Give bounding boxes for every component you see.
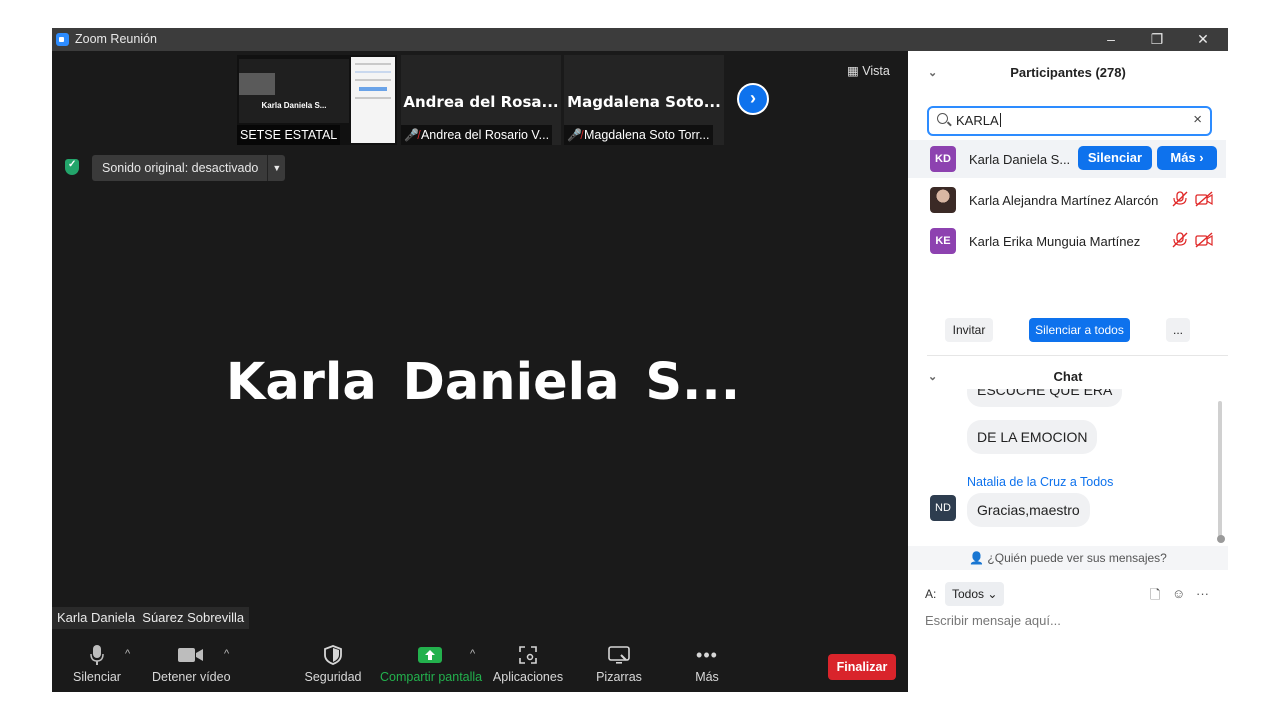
participant-name: Karla Alejandra Martínez Alarcón <box>969 193 1159 208</box>
share-screen-icon <box>418 647 442 663</box>
thumbnail-tile[interactable]: Magdalena Soto... 🎤̸ Magdalena Soto Torr.… <box>564 55 724 145</box>
video-camera-icon <box>178 648 203 662</box>
shield-icon <box>324 645 342 665</box>
mic-muted-icon <box>1172 191 1188 207</box>
share-options-caret[interactable]: ^ <box>470 648 475 660</box>
recipient-select[interactable]: Todos ⌄ <box>945 582 1005 606</box>
mic-muted-icon: 🎤̸ <box>404 128 419 142</box>
chat-header: ⌄ Chat <box>908 365 1228 389</box>
microphone-icon <box>90 645 104 665</box>
thumbnail-tile[interactable]: Karla Daniela S... SETSE ESTATAL <box>237 55 397 145</box>
participant-search-input[interactable]: KARLA × <box>927 106 1212 136</box>
thumbnail-tile[interactable]: Andrea del Rosa... 🎤̸ Andrea del Rosario … <box>401 55 561 145</box>
active-speaker-label: Karla Daniela Súarez Sobrevilla <box>52 607 250 629</box>
thumbnail-label: 🎤̸ Magdalena Soto Torr... <box>564 125 713 145</box>
more-options-icon[interactable]: ··· <box>1196 586 1209 601</box>
minimize-button[interactable]: – <box>1088 28 1134 51</box>
original-sound-toggle[interactable]: Sonido original: desactivado ▼ <box>92 155 286 181</box>
whiteboard-icon <box>608 646 630 664</box>
mute-all-button[interactable]: Silenciar a todos <box>1029 318 1130 342</box>
whiteboards-button[interactable]: Pizarras <box>595 640 643 692</box>
recipient-label: A: <box>925 587 937 601</box>
security-shield-icon <box>65 159 79 175</box>
chat-messages: ESCUCHE QUE ERA DE LA EMOCION Natalia de… <box>908 389 1218 544</box>
end-meeting-button[interactable]: Finalizar <box>828 654 896 680</box>
more-dots-icon: ••• <box>696 644 718 665</box>
divider <box>927 355 1228 356</box>
apps-button[interactable]: Aplicaciones <box>492 640 564 692</box>
more-button[interactable]: ••• Más <box>688 640 726 692</box>
participant-row[interactable]: KE Karla Erika Munguia Martínez <box>908 222 1226 260</box>
clear-search-icon[interactable]: × <box>1193 111 1202 128</box>
view-button[interactable]: ▦ Vista <box>847 63 890 78</box>
participant-more-button[interactable]: Más › <box>1157 146 1217 170</box>
grid-icon: ▦ <box>847 64 859 78</box>
search-icon <box>937 113 948 124</box>
shared-screen-preview: Karla Daniela S... <box>239 59 349 123</box>
security-button[interactable]: Seguridad <box>304 640 362 692</box>
side-panel: ⌄ Participantes (278) KARLA × KD Karla D… <box>908 51 1228 692</box>
share-screen-button[interactable]: Compartir pantalla <box>380 640 482 692</box>
document-preview <box>351 57 395 143</box>
collapse-chevron-icon[interactable]: ⌄ <box>928 365 937 389</box>
person-privacy-icon: 👤 <box>969 551 985 565</box>
avatar: ND <box>930 495 956 521</box>
scrollbar-thumb[interactable] <box>1217 535 1225 543</box>
invite-button[interactable]: Invitar <box>945 318 993 342</box>
mute-participant-button[interactable]: Silenciar <box>1078 146 1152 170</box>
next-page-button[interactable]: › <box>737 83 769 115</box>
active-speaker-name: Karla Daniela S... <box>225 353 741 412</box>
avatar: KD <box>930 146 956 172</box>
meeting-toolbar: Silenciar ^ Detener vídeo ^ Seguridad Co… <box>52 640 908 692</box>
restore-button[interactable]: ❐ <box>1134 28 1180 51</box>
apps-icon <box>519 646 537 664</box>
participant-name: Karla Daniela S... <box>969 152 1071 167</box>
thumbnail-label: SETSE ESTATAL <box>237 125 341 145</box>
video-off-icon <box>1195 232 1213 248</box>
file-icon[interactable]: 🗋 <box>1150 586 1160 608</box>
avatar <box>930 187 956 213</box>
chat-sender: Natalia de la Cruz a Todos <box>967 475 1114 489</box>
video-options-caret[interactable]: ^ <box>224 648 229 660</box>
stop-video-button[interactable]: Detener vídeo <box>152 640 231 692</box>
thumbnail-name: Magdalena Soto... <box>567 93 721 111</box>
participants-header: ⌄ Participantes (278) <box>908 61 1228 85</box>
chat-message: Gracias,maestro <box>967 493 1090 527</box>
emoji-icon[interactable]: ☺ <box>1172 586 1185 601</box>
title-bar: Zoom Reunión – ❐ ✕ <box>52 28 1228 51</box>
participant-name: Karla Erika Munguia Martínez <box>969 234 1141 249</box>
participants-more-button[interactable]: ... <box>1166 318 1190 342</box>
chat-message-input[interactable]: Escribir mensaje aquí... <box>925 613 1061 628</box>
thumbnail-name: Andrea del Rosa... <box>403 93 559 111</box>
meeting-area: Karla Daniela S... SETSE ESTATAL Andrea … <box>52 51 908 692</box>
participant-row[interactable]: Karla Alejandra Martínez Alarcón <box>908 181 1226 219</box>
video-off-icon <box>1195 191 1213 207</box>
close-window-button[interactable]: ✕ <box>1180 28 1226 51</box>
chat-message: ESCUCHE QUE ERA <box>967 389 1123 407</box>
chat-message: DE LA EMOCION <box>967 420 1098 454</box>
chat-scrollbar[interactable] <box>1218 401 1222 541</box>
mute-button[interactable]: Silenciar <box>72 640 122 692</box>
thumbnail-label: 🎤̸ Andrea del Rosario V... <box>401 125 553 145</box>
collapse-chevron-icon[interactable]: ⌄ <box>928 61 937 85</box>
audio-options-caret[interactable]: ^ <box>125 648 130 660</box>
mic-muted-icon: 🎤̸ <box>567 128 582 142</box>
who-can-see-link[interactable]: 👤 ¿Quién puede ver sus mensajes? <box>908 546 1228 570</box>
avatar: KE <box>930 228 956 254</box>
mic-muted-icon <box>1172 232 1188 248</box>
zoom-app-icon <box>56 33 69 46</box>
participant-row[interactable]: KD Karla Daniela S... Silenciar Más › <box>908 140 1226 178</box>
dropdown-caret-icon[interactable]: ▼ <box>267 155 285 181</box>
window-title: Zoom Reunión <box>75 32 157 46</box>
chevron-right-icon: › <box>750 88 756 108</box>
